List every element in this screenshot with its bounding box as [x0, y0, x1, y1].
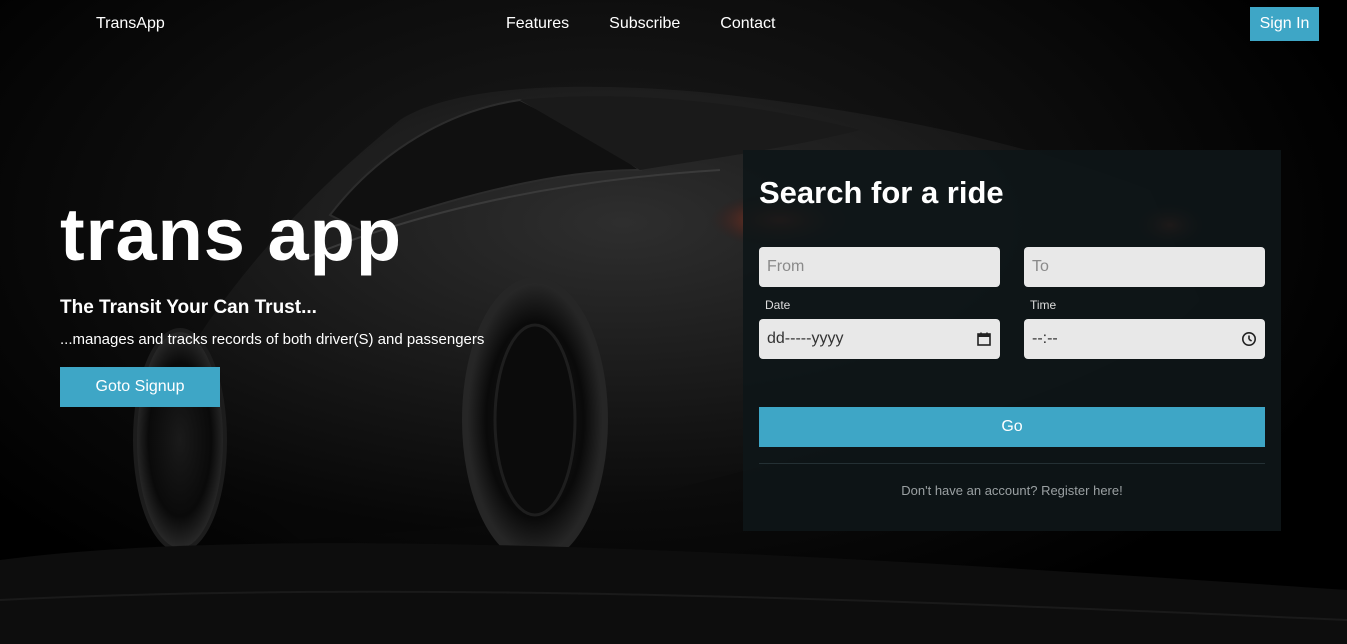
goto-signup-button[interactable]: Goto Signup — [60, 367, 220, 407]
brand-link[interactable]: TransApp — [96, 15, 165, 33]
to-input[interactable] — [1024, 247, 1265, 287]
from-input[interactable] — [759, 247, 1000, 287]
time-value: --:-- — [1032, 330, 1058, 347]
nav-link-contact[interactable]: Contact — [720, 15, 775, 33]
sign-in-button[interactable]: Sign In — [1250, 7, 1319, 41]
search-ride-card: Search for a ride Date Time dd-----yyyy … — [743, 150, 1281, 531]
top-navbar: TransApp Features Subscribe Contact Sign… — [0, 0, 1347, 50]
time-label: Time — [1030, 298, 1057, 312]
card-divider — [759, 463, 1265, 464]
register-link[interactable]: Don't have an account? Register here! — [743, 483, 1281, 498]
hero-headline: trans app — [60, 193, 403, 276]
calendar-icon[interactable] — [976, 331, 992, 347]
nav-links: Features Subscribe Contact — [506, 15, 775, 33]
time-input[interactable]: --:-- — [1024, 319, 1265, 359]
date-label: Date — [765, 298, 791, 312]
nav-link-subscribe[interactable]: Subscribe — [609, 15, 680, 33]
nav-link-features[interactable]: Features — [506, 15, 569, 33]
date-value: dd-----yyyy — [767, 330, 844, 347]
search-title: Search for a ride — [759, 175, 1004, 210]
hero-section: TransApp Features Subscribe Contact Sign… — [0, 0, 1347, 644]
go-button[interactable]: Go — [759, 407, 1265, 447]
clock-icon[interactable] — [1241, 331, 1257, 347]
hero-subhead: The Transit Your Can Trust... — [60, 297, 317, 318]
date-input[interactable]: dd-----yyyy — [759, 319, 1000, 359]
hero-tagline: ...manages and tracks records of both dr… — [60, 331, 485, 348]
